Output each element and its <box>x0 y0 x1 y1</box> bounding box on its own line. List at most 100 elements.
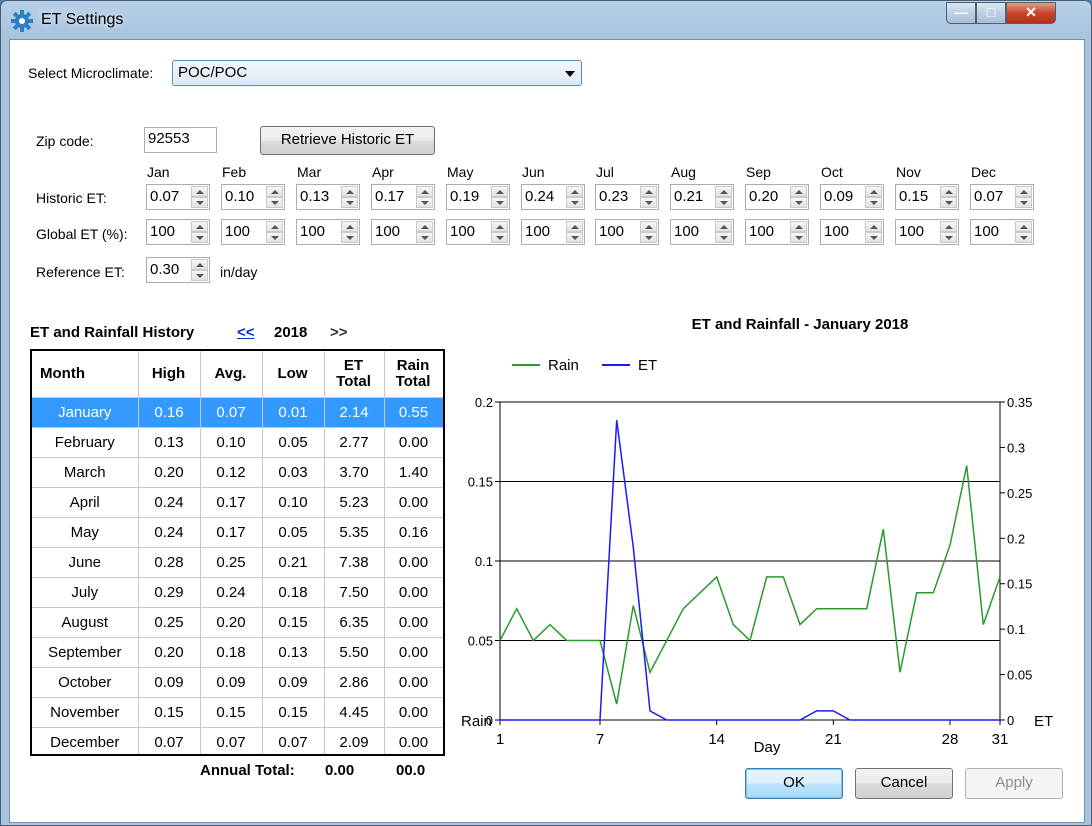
spin-up-icon[interactable] <box>191 221 208 232</box>
spin-down-icon[interactable] <box>1015 197 1032 208</box>
zip-input[interactable]: 92553 <box>144 127 217 153</box>
spin-up-icon[interactable] <box>266 186 283 197</box>
global-et-stepper-oct[interactable]: 100 <box>820 219 884 245</box>
table-row[interactable]: January 0.16 0.07 0.01 2.14 0.55 <box>32 397 443 428</box>
previous-year-link[interactable]: << <box>237 324 255 341</box>
historic-et-stepper-may[interactable]: 0.19 <box>446 184 510 210</box>
spin-down-icon[interactable] <box>191 232 208 243</box>
spin-down-icon[interactable] <box>640 197 657 208</box>
spin-up-icon[interactable] <box>491 221 508 232</box>
spin-down-icon[interactable] <box>191 197 208 208</box>
spin-up-icon[interactable] <box>341 221 358 232</box>
table-row[interactable]: April 0.24 0.17 0.10 5.23 0.00 <box>32 487 443 518</box>
spin-down-icon[interactable] <box>566 197 583 208</box>
spin-down-icon[interactable] <box>341 197 358 208</box>
spin-down-icon[interactable] <box>715 197 732 208</box>
column-header[interactable]: Low <box>262 351 325 398</box>
spin-up-icon[interactable] <box>940 221 957 232</box>
ok-button[interactable]: OK <box>745 768 843 799</box>
spin-up-icon[interactable] <box>715 186 732 197</box>
table-row[interactable]: July 0.29 0.24 0.18 7.50 0.00 <box>32 577 443 608</box>
microclimate-dropdown[interactable]: POC/POC <box>172 60 582 86</box>
spin-up-icon[interactable] <box>1015 221 1032 232</box>
spin-down-icon[interactable] <box>416 197 433 208</box>
column-header[interactable]: ET Total <box>324 351 385 398</box>
table-row[interactable]: October 0.09 0.09 0.09 2.86 0.00 <box>32 667 443 698</box>
spin-down-icon[interactable] <box>640 232 657 243</box>
global-et-stepper-sep[interactable]: 100 <box>745 219 809 245</box>
historic-et-stepper-dec[interactable]: 0.07 <box>970 184 1034 210</box>
apply-button[interactable]: Apply <box>965 768 1063 799</box>
spin-up-icon[interactable] <box>191 186 208 197</box>
historic-et-stepper-oct[interactable]: 0.09 <box>820 184 884 210</box>
spin-down-icon[interactable] <box>790 197 807 208</box>
historic-et-stepper-jan[interactable]: 0.07 <box>146 184 210 210</box>
maximize-button[interactable]: □ <box>976 2 1006 24</box>
global-et-stepper-feb[interactable]: 100 <box>221 219 285 245</box>
spin-up-icon[interactable] <box>640 221 657 232</box>
reference-et-stepper[interactable]: 0.30 <box>146 257 210 283</box>
table-row[interactable]: June 0.28 0.25 0.21 7.38 0.00 <box>32 547 443 578</box>
historic-et-stepper-sep[interactable]: 0.20 <box>745 184 809 210</box>
global-et-stepper-apr[interactable]: 100 <box>371 219 435 245</box>
column-header[interactable]: High <box>138 351 201 398</box>
spin-up-icon[interactable] <box>865 186 882 197</box>
historic-et-stepper-mar[interactable]: 0.13 <box>296 184 360 210</box>
global-et-stepper-jul[interactable]: 100 <box>595 219 659 245</box>
spin-up-icon[interactable] <box>566 186 583 197</box>
spin-up-icon[interactable] <box>416 186 433 197</box>
table-row[interactable]: May 0.24 0.17 0.05 5.35 0.16 <box>32 517 443 548</box>
historic-et-stepper-jun[interactable]: 0.24 <box>521 184 585 210</box>
spin-down-icon[interactable] <box>191 270 208 281</box>
spin-up-icon[interactable] <box>715 221 732 232</box>
table-row[interactable]: November 0.15 0.15 0.15 4.45 0.00 <box>32 697 443 728</box>
global-et-stepper-jun[interactable]: 100 <box>521 219 585 245</box>
close-button[interactable]: ✕ <box>1006 2 1056 24</box>
spin-up-icon[interactable] <box>940 186 957 197</box>
table-row[interactable]: March 0.20 0.12 0.03 3.70 1.40 <box>32 457 443 488</box>
historic-et-stepper-apr[interactable]: 0.17 <box>371 184 435 210</box>
table-row[interactable]: August 0.25 0.20 0.15 6.35 0.00 <box>32 607 443 638</box>
retrieve-historic-et-button[interactable]: Retrieve Historic ET <box>260 126 435 155</box>
global-et-stepper-nov[interactable]: 100 <box>895 219 959 245</box>
spin-down-icon[interactable] <box>266 232 283 243</box>
table-row[interactable]: December 0.07 0.07 0.07 2.09 0.00 <box>32 727 443 754</box>
spin-down-icon[interactable] <box>491 232 508 243</box>
spin-down-icon[interactable] <box>491 197 508 208</box>
next-year-link[interactable]: >> <box>330 324 348 341</box>
historic-et-stepper-jul[interactable]: 0.23 <box>595 184 659 210</box>
spin-up-icon[interactable] <box>266 221 283 232</box>
spin-down-icon[interactable] <box>715 232 732 243</box>
spin-down-icon[interactable] <box>1015 232 1032 243</box>
global-et-stepper-dec[interactable]: 100 <box>970 219 1034 245</box>
historic-et-stepper-aug[interactable]: 0.21 <box>670 184 734 210</box>
spin-up-icon[interactable] <box>491 186 508 197</box>
spin-up-icon[interactable] <box>416 221 433 232</box>
spin-down-icon[interactable] <box>790 232 807 243</box>
spin-down-icon[interactable] <box>416 232 433 243</box>
spin-up-icon[interactable] <box>566 221 583 232</box>
spin-up-icon[interactable] <box>790 186 807 197</box>
spin-up-icon[interactable] <box>191 259 208 270</box>
spin-down-icon[interactable] <box>940 197 957 208</box>
global-et-stepper-aug[interactable]: 100 <box>670 219 734 245</box>
historic-et-stepper-nov[interactable]: 0.15 <box>895 184 959 210</box>
column-header[interactable]: Avg. <box>200 351 263 398</box>
spin-up-icon[interactable] <box>341 186 358 197</box>
history-table[interactable]: Month High Avg. Low ET Total Rain Total Janua… <box>30 349 445 756</box>
cancel-button[interactable]: Cancel <box>855 768 953 799</box>
spin-down-icon[interactable] <box>341 232 358 243</box>
spin-down-icon[interactable] <box>266 197 283 208</box>
global-et-stepper-may[interactable]: 100 <box>446 219 510 245</box>
spin-up-icon[interactable] <box>640 186 657 197</box>
global-et-stepper-mar[interactable]: 100 <box>296 219 360 245</box>
spin-down-icon[interactable] <box>865 197 882 208</box>
spin-up-icon[interactable] <box>1015 186 1032 197</box>
spin-down-icon[interactable] <box>865 232 882 243</box>
table-row[interactable]: February 0.13 0.10 0.05 2.77 0.00 <box>32 427 443 458</box>
spin-down-icon[interactable] <box>566 232 583 243</box>
column-header[interactable]: Rain Total <box>384 351 443 398</box>
title-bar[interactable]: ET Settings — □ ✕ <box>1 1 1091 39</box>
global-et-stepper-jan[interactable]: 100 <box>146 219 210 245</box>
spin-down-icon[interactable] <box>940 232 957 243</box>
